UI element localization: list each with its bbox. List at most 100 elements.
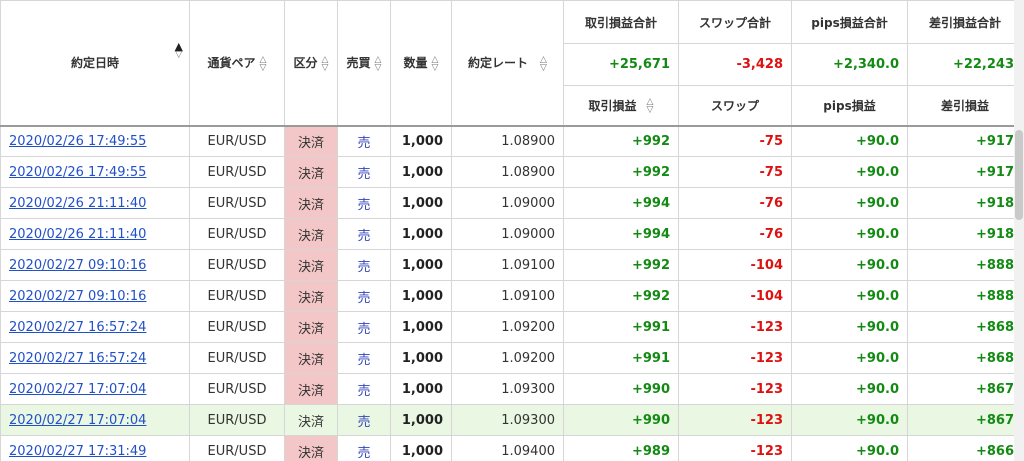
trade-date-link[interactable]: 2020/02/27 16:57:24	[9, 351, 146, 366]
col-header-qty[interactable]: 数量 △ ▽	[390, 0, 452, 126]
trade-side: 売	[337, 249, 391, 281]
sort-desc-icon[interactable]: ▲ ▽	[175, 41, 183, 60]
scrollbar-thumb[interactable]	[1015, 130, 1023, 220]
currency-pair: EUR/USD	[189, 187, 285, 219]
trade-date-cell: 2020/02/27 16:57:24	[0, 342, 190, 374]
sort-icon[interactable]: △ ▽	[540, 55, 547, 72]
currency-pair: EUR/USD	[189, 404, 285, 436]
execution-rate: 1.09100	[451, 280, 564, 312]
kubun-badge: 決済	[284, 404, 338, 436]
kubun-badge: 決済	[284, 124, 338, 157]
kubun-badge: 決済	[284, 373, 338, 405]
trade-side: 売	[337, 218, 391, 250]
sort-icon[interactable]: △ ▽	[375, 55, 382, 72]
trade-date-link[interactable]: 2020/02/27 17:07:04	[9, 382, 146, 397]
col-header-qty-label: 数量	[403, 56, 428, 70]
table-row[interactable]: 2020/02/27 17:07:04 EUR/USD 決済売 1,000 1.0930…	[0, 373, 1023, 405]
execution-rate: 1.09400	[451, 435, 564, 461]
currency-pair: EUR/USD	[189, 124, 285, 157]
col-header-swap: スワップ	[678, 85, 792, 126]
swap-value: -104	[678, 249, 792, 281]
trade-history-panel: 約定日時 ▲ ▽ 通貨ペア △ ▽ 区分 △ ▽ 売買 △ ▽ 数量 △ ▽ 約定レート △ ▽	[0, 0, 1024, 461]
trade-date-link[interactable]: 2020/02/26 21:11:40	[9, 196, 146, 211]
trade-date-cell: 2020/02/27 17:07:04	[0, 404, 190, 436]
sort-icon[interactable]: △ ▽	[432, 55, 439, 72]
sort-icon[interactable]: △ ▽	[647, 98, 654, 115]
trade-date-cell: 2020/02/27 17:07:04	[0, 373, 190, 405]
trade-date-link[interactable]: 2020/02/26 21:11:40	[9, 227, 146, 242]
table-row[interactable]: 2020/02/27 16:57:24 EUR/USD 決済売 1,000 1.0920…	[0, 311, 1023, 343]
table-row[interactable]: 2020/02/27 09:10:16 EUR/USD 決済売 1,000 1.0910…	[0, 249, 1023, 281]
trade-date-cell: 2020/02/26 17:49:55	[0, 124, 190, 157]
pips-pl: +90.0	[791, 187, 908, 219]
table-row[interactable]: 2020/02/27 17:31:49 EUR/USD 決済売 1,000 1.0940…	[0, 435, 1023, 461]
col-header-side-label: 売買	[346, 56, 371, 70]
col-header-pips: pips損益	[791, 85, 908, 126]
trade-date-link[interactable]: 2020/02/26 17:49:55	[9, 165, 146, 180]
trade-side: 売	[337, 187, 391, 219]
trade-pl: +994	[563, 187, 679, 219]
col-header-net: 差引損益	[907, 85, 1023, 126]
col-header-kubun[interactable]: 区分 △ ▽	[284, 0, 338, 126]
table-row[interactable]: 2020/02/26 21:11:40 EUR/USD 決済売 1,000 1.0900…	[0, 187, 1023, 219]
col-header-side[interactable]: 売買 △ ▽	[337, 0, 391, 126]
sort-icon[interactable]: △ ▽	[322, 55, 329, 72]
execution-rate: 1.08900	[451, 156, 564, 188]
kubun-badge: 決済	[284, 435, 338, 461]
trade-pl: +989	[563, 435, 679, 461]
trade-side: 売	[337, 311, 391, 343]
table-row[interactable]: 2020/02/26 17:49:55 EUR/USD 決済売 1,000 1.0890…	[0, 156, 1023, 188]
pips-pl: +90.0	[791, 342, 908, 374]
trade-date-link[interactable]: 2020/02/27 16:57:24	[9, 320, 146, 335]
col-header-rate[interactable]: 約定レート △ ▽	[451, 0, 564, 126]
trade-date-link[interactable]: 2020/02/27 09:10:16	[9, 258, 146, 273]
table-row[interactable]: 2020/02/26 21:11:40 EUR/USD 決済売 1,000 1.0900…	[0, 218, 1023, 250]
total-swap-value: -3,428	[678, 43, 792, 86]
trade-side: 売	[337, 404, 391, 436]
pips-pl: +90.0	[791, 373, 908, 405]
total-net-label: 差引損益合計	[907, 0, 1023, 44]
trade-date-link[interactable]: 2020/02/27 17:07:04	[9, 413, 146, 428]
trade-pl: +990	[563, 404, 679, 436]
table-row[interactable]: 2020/02/27 17:07:04 EUR/USD 決済売 1,000 1.0930…	[0, 404, 1023, 436]
table-row[interactable]: 2020/02/26 17:49:55 EUR/USD 決済売 1,000 1.0890…	[0, 124, 1023, 157]
quantity: 1,000	[390, 311, 452, 343]
swap-value: -76	[678, 218, 792, 250]
trade-date-link[interactable]: 2020/02/27 09:10:16	[9, 289, 146, 304]
vertical-scrollbar[interactable]	[1014, 0, 1024, 461]
pips-pl: +90.0	[791, 435, 908, 461]
trade-side: 売	[337, 342, 391, 374]
trade-date-cell: 2020/02/27 09:10:16	[0, 280, 190, 312]
trade-pl: +991	[563, 311, 679, 343]
quantity: 1,000	[390, 249, 452, 281]
swap-value: -123	[678, 311, 792, 343]
table-row[interactable]: 2020/02/27 09:10:16 EUR/USD 決済売 1,000 1.0910…	[0, 280, 1023, 312]
execution-rate: 1.08900	[451, 124, 564, 157]
trade-pl: +992	[563, 249, 679, 281]
currency-pair: EUR/USD	[189, 311, 285, 343]
col-header-date[interactable]: 約定日時 ▲ ▽	[0, 0, 190, 126]
pips-pl: +90.0	[791, 124, 908, 157]
trade-pl: +990	[563, 373, 679, 405]
trade-side: 売	[337, 156, 391, 188]
total-pips-value: +2,340.0	[791, 43, 908, 86]
col-header-pair[interactable]: 通貨ペア △ ▽	[189, 0, 285, 126]
total-pl-label: 取引損益合計	[563, 0, 679, 44]
execution-rate: 1.09300	[451, 373, 564, 405]
net-pl: +868	[907, 342, 1023, 374]
sort-icon[interactable]: △ ▽	[260, 55, 267, 72]
pips-pl: +90.0	[791, 249, 908, 281]
swap-value: -75	[678, 124, 792, 157]
currency-pair: EUR/USD	[189, 342, 285, 374]
col-header-pair-label: 通貨ペア	[207, 56, 256, 70]
net-pl: +918	[907, 187, 1023, 219]
trade-date-link[interactable]: 2020/02/26 17:49:55	[9, 134, 146, 149]
pips-pl: +90.0	[791, 311, 908, 343]
col-header-pl[interactable]: 取引損益 △ ▽	[563, 85, 679, 126]
col-header-pl-label: 取引損益	[588, 98, 637, 113]
trade-pl: +991	[563, 342, 679, 374]
trade-pl: +992	[563, 124, 679, 157]
table-row[interactable]: 2020/02/27 16:57:24 EUR/USD 決済売 1,000 1.0920…	[0, 342, 1023, 374]
trade-date-link[interactable]: 2020/02/27 17:31:49	[9, 444, 146, 459]
swap-value: -123	[678, 404, 792, 436]
